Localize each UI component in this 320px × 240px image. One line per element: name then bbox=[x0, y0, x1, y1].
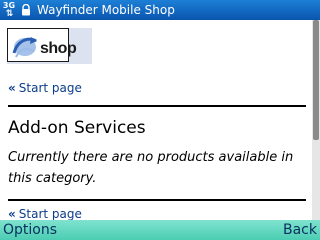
back-arrows-icon: « bbox=[8, 207, 16, 220]
scrollbar-thumb[interactable] bbox=[313, 20, 319, 140]
main-content: shop «Start page Add-on Services Current… bbox=[0, 20, 312, 220]
title-bar: 3G ⇅ Wayfinder Mobile Shop bbox=[0, 0, 320, 20]
start-page-link-bottom[interactable]: «Start page bbox=[8, 207, 82, 220]
back-softkey[interactable]: Back bbox=[280, 222, 320, 238]
options-softkey[interactable]: Options bbox=[0, 222, 60, 238]
empty-category-message: Currently there are no products availabl… bbox=[8, 150, 294, 186]
app-title: Wayfinder Mobile Shop bbox=[37, 3, 175, 17]
back-arrows-icon: « bbox=[8, 81, 16, 95]
logo-banner: shop bbox=[7, 28, 92, 64]
signal-icon: ⇅ bbox=[5, 9, 13, 19]
lock-icon bbox=[22, 4, 30, 16]
start-page-link-label: Start page bbox=[18, 81, 82, 95]
shop-logo[interactable]: shop bbox=[7, 28, 77, 62]
divider-bottom bbox=[8, 199, 306, 201]
start-page-link-top[interactable]: «Start page bbox=[8, 81, 82, 95]
divider-top bbox=[8, 105, 306, 107]
category-title: Add-on Services bbox=[8, 118, 146, 138]
start-page-link-label: Start page bbox=[18, 207, 82, 220]
network-indicator: 3G ⇅ bbox=[0, 0, 18, 20]
wayfinder-arrow-icon bbox=[12, 37, 37, 58]
scrollbar[interactable] bbox=[312, 20, 320, 220]
softkey-bar: Options Back bbox=[0, 220, 320, 240]
logo-text: shop bbox=[40, 40, 77, 57]
